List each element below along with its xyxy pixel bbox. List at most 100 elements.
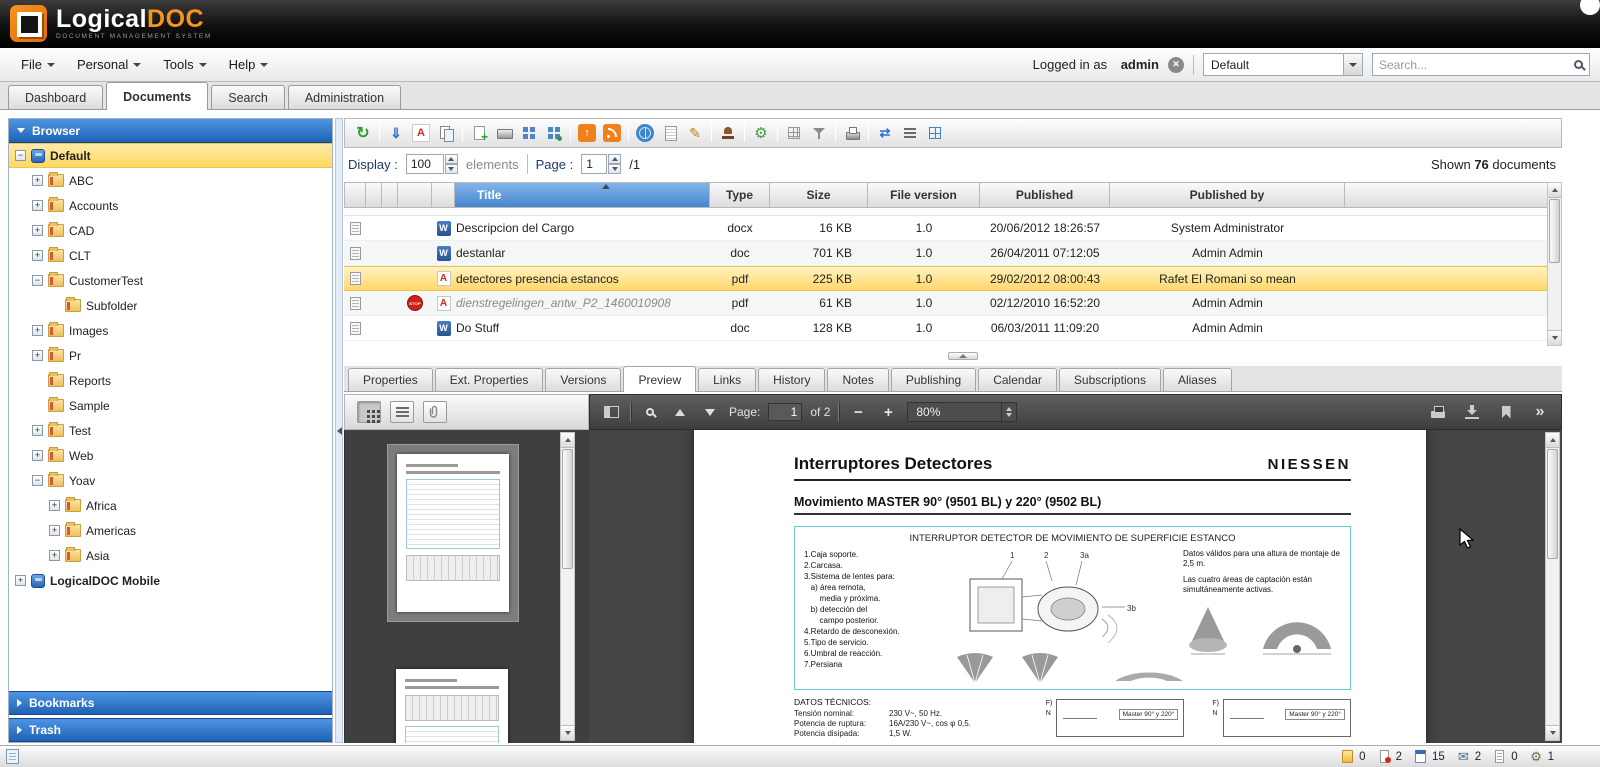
tree-item[interactable]: CustomerTest — [9, 268, 332, 293]
tree-expander-icon[interactable] — [32, 200, 43, 211]
detail-tab[interactable]: Calendar — [978, 368, 1057, 391]
tree-item[interactable]: CAD — [9, 218, 332, 243]
bulk-checkout-icon[interactable] — [520, 124, 538, 142]
column-header-blank[interactable] — [366, 182, 382, 208]
list-view-icon[interactable] — [901, 124, 919, 142]
main-tab[interactable]: Dashboard — [8, 85, 103, 109]
detail-tab[interactable]: Preview — [623, 366, 696, 392]
refresh-icon[interactable] — [354, 124, 372, 142]
page-thumbnail-1[interactable] — [387, 444, 519, 622]
tree-expander-icon[interactable] — [49, 500, 60, 511]
tree-expander-icon[interactable] — [32, 350, 43, 361]
tree-item[interactable]: Default — [9, 143, 332, 168]
list-view-button[interactable] — [390, 401, 414, 423]
search-icon[interactable] — [1574, 60, 1583, 69]
export-icon[interactable] — [876, 124, 894, 142]
scrollbar-thumb[interactable] — [1549, 199, 1560, 263]
workspace-dropdown-button[interactable] — [1343, 54, 1362, 75]
tree-item[interactable]: Web — [9, 443, 332, 468]
panel-resize-grip[interactable] — [948, 352, 978, 360]
export-pdf-icon[interactable] — [412, 124, 430, 142]
browser-section-header[interactable]: Browser — [9, 119, 332, 143]
scrollbar-thumb[interactable] — [562, 449, 573, 569]
tree-item[interactable]: Pr — [9, 343, 332, 368]
detail-tab[interactable]: Ext. Properties — [435, 368, 544, 391]
menu-item[interactable]: Help — [218, 53, 280, 77]
scroll-down-button[interactable] — [561, 725, 574, 740]
download-button[interactable] — [1461, 400, 1483, 424]
tree-item[interactable]: Images — [9, 318, 332, 343]
bookmarks-section-header[interactable]: Bookmarks — [9, 691, 332, 715]
tree-expander-icon[interactable] — [32, 250, 43, 261]
menu-item[interactable]: Tools — [152, 53, 217, 77]
detail-tab[interactable]: Subscriptions — [1059, 368, 1161, 391]
stamp-icon[interactable] — [719, 124, 737, 142]
tree-expander-icon[interactable] — [32, 450, 43, 461]
detail-tab[interactable]: Aliases — [1163, 368, 1232, 391]
stepper-down-button[interactable] — [445, 164, 458, 174]
document-row[interactable]: destanlar doc 701 KB 1.0 26/04/2011 07:1… — [344, 241, 1562, 266]
convert-icon[interactable] — [437, 124, 455, 142]
menu-item[interactable]: Personal — [66, 53, 152, 77]
tree-expander-icon[interactable] — [32, 175, 43, 186]
tree-item[interactable]: ABC — [9, 168, 332, 193]
column-header-blank[interactable] — [382, 182, 398, 208]
workspace-selector[interactable]: Default — [1203, 53, 1363, 76]
scroll-up-button[interactable] — [561, 433, 574, 448]
detail-tab[interactable]: Links — [698, 368, 756, 391]
detail-tab[interactable]: Publishing — [891, 368, 976, 391]
column-header-file-version[interactable]: File version — [868, 182, 980, 208]
column-header-size[interactable]: Size — [770, 182, 868, 208]
scrollbar-thumb[interactable] — [1547, 449, 1558, 559]
form-icon[interactable] — [661, 124, 679, 142]
tree-expander-icon[interactable] — [32, 375, 43, 386]
scroll-up-button[interactable] — [1548, 183, 1561, 198]
document-row[interactable]: Do Stuff doc 128 KB 1.0 06/03/2011 11:09… — [344, 316, 1562, 341]
page-input[interactable] — [581, 154, 607, 174]
zoom-out-button[interactable] — [847, 400, 869, 424]
sidebar-collapse-handle[interactable] — [335, 118, 343, 743]
find-button[interactable] — [639, 400, 661, 424]
zoom-select-arrows[interactable] — [1001, 403, 1016, 421]
grid-settings-icon[interactable] — [785, 124, 803, 142]
document-row[interactable]: dienstregelingen_antw_P2_1460010908 pdf … — [344, 291, 1562, 316]
separator-icon[interactable] — [777, 124, 778, 142]
main-tab[interactable]: Documents — [106, 82, 208, 110]
tree-item[interactable]: Yoav — [9, 468, 332, 493]
zoom-in-button[interactable] — [877, 400, 899, 424]
bookmark-button[interactable] — [1495, 400, 1517, 424]
column-header-title[interactable]: Title — [455, 182, 710, 208]
thumbnail-scrollbar[interactable] — [560, 432, 575, 741]
separator-icon[interactable] — [628, 124, 629, 142]
print-button[interactable] — [1427, 400, 1449, 424]
stepper-up-button[interactable] — [445, 154, 458, 164]
grid-view-icon[interactable] — [926, 124, 944, 142]
detail-tab[interactable]: Notes — [827, 368, 888, 391]
feed-icon[interactable] — [603, 124, 621, 142]
separator-icon[interactable] — [711, 124, 712, 142]
viewer-page-input[interactable] — [768, 403, 802, 421]
tree-item[interactable]: CLT — [9, 243, 332, 268]
tree-expander-icon[interactable] — [32, 275, 43, 286]
tree-item[interactable]: Africa — [9, 493, 332, 518]
column-header-type[interactable]: Type — [710, 182, 770, 208]
tree-item[interactable]: Reports — [9, 368, 332, 393]
dropspot-icon[interactable] — [636, 124, 654, 142]
separator-icon[interactable] — [462, 124, 463, 142]
separator-icon[interactable] — [868, 124, 869, 142]
column-header-published-by[interactable]: Published by — [1110, 182, 1345, 208]
tree-expander-icon[interactable] — [49, 550, 60, 561]
column-header-icon[interactable] — [432, 182, 455, 208]
viewer-scrollbar[interactable] — [1545, 432, 1560, 741]
display-count-input[interactable] — [406, 154, 444, 174]
main-tab[interactable]: Search — [211, 85, 285, 109]
tree-expander-icon[interactable] — [32, 325, 43, 336]
separator-icon[interactable] — [835, 124, 836, 142]
filter-icon[interactable] — [810, 124, 828, 142]
search-input[interactable] — [1379, 58, 1574, 72]
pdf-viewer[interactable]: Interruptores Detectores NIESSEN Movimie… — [589, 430, 1562, 743]
separator-icon[interactable] — [379, 124, 380, 142]
edit-icon[interactable] — [686, 124, 704, 142]
tree-expander-icon[interactable] — [15, 150, 26, 161]
tree-expander-icon[interactable] — [32, 425, 43, 436]
